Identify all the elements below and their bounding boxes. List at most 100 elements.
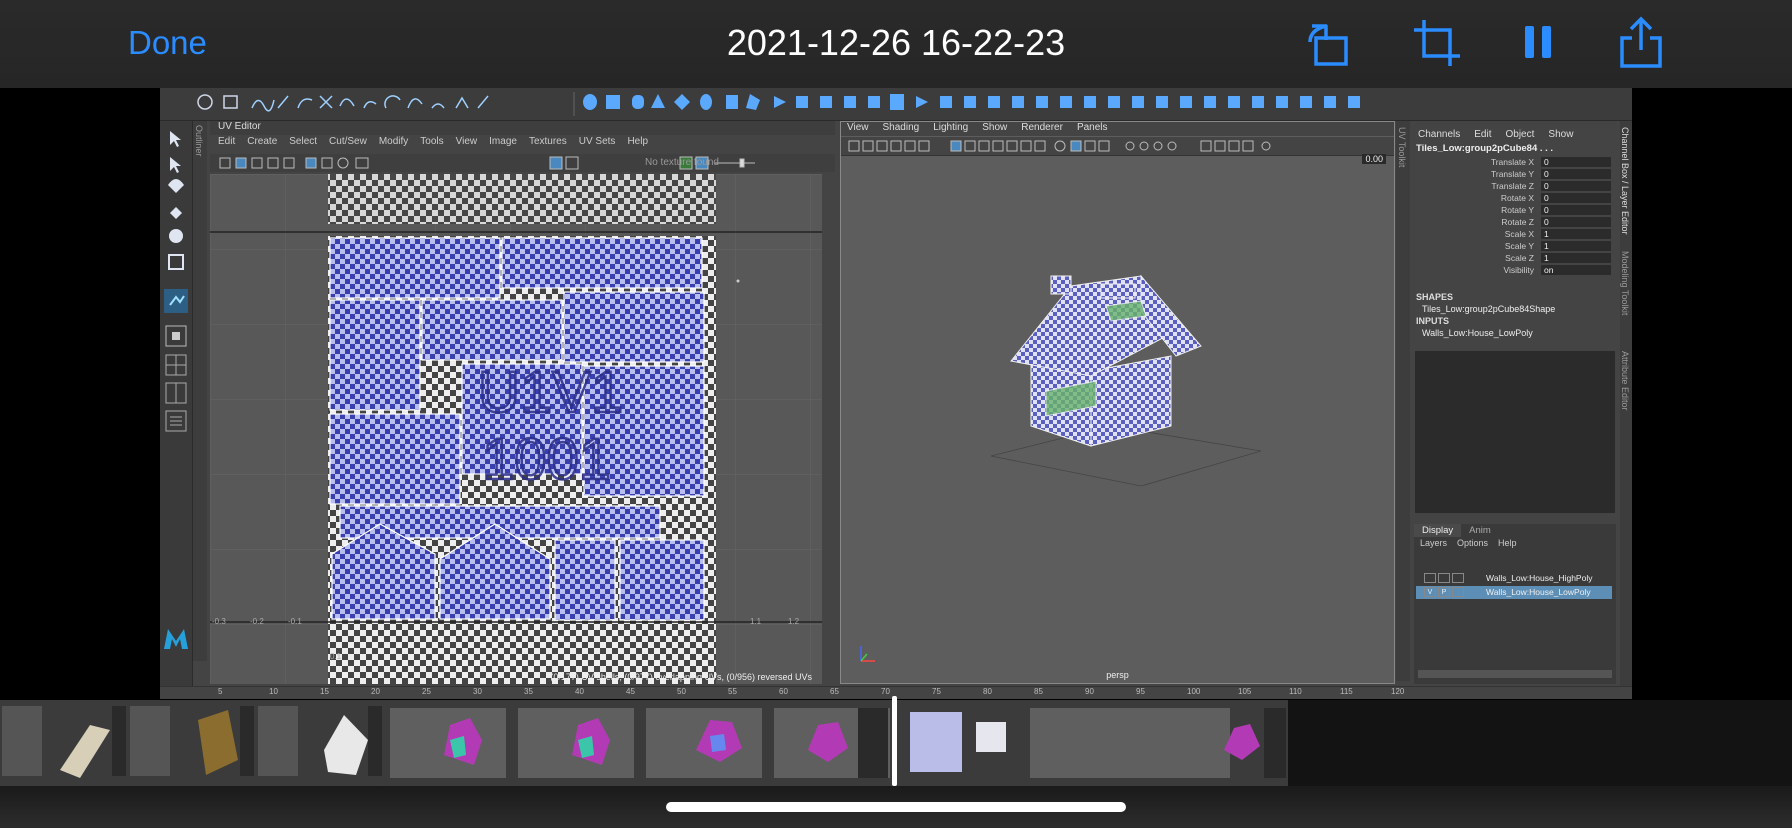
timeline-tick: 95: [1136, 687, 1145, 696]
home-indicator[interactable]: [666, 802, 1126, 812]
attr-scale-x[interactable]: Scale X1: [1412, 229, 1612, 240]
timeline-tick: 35: [524, 687, 533, 696]
timeline-tick: 45: [626, 687, 635, 696]
attr-rotate-x[interactable]: Rotate X0: [1412, 193, 1612, 204]
shapes-header: SHAPES: [1416, 292, 1454, 302]
menu-view[interactable]: View: [456, 136, 478, 152]
menu-textures[interactable]: Textures: [529, 136, 567, 152]
attr-translate-y[interactable]: Translate Y0: [1412, 169, 1612, 180]
channel-box-empty-area: [1415, 351, 1615, 513]
layer-playback-toggle[interactable]: P: [1438, 587, 1450, 597]
attr-rotate-y[interactable]: Rotate Y0: [1412, 205, 1612, 216]
layer-row[interactable]: Walls_Low:House_HighPoly: [1416, 572, 1612, 585]
attr-translate-z[interactable]: Translate Z0: [1412, 181, 1612, 192]
timeline-tick: 70: [881, 687, 890, 696]
menu-uv-sets[interactable]: UV Sets: [579, 136, 616, 152]
right-side-tabs[interactable]: Channel Box / Layer Editor Modeling Tool…: [1620, 121, 1632, 698]
camera-label: persp: [1106, 670, 1129, 680]
timeline-tick: 5: [218, 687, 223, 696]
timeline-tick: 60: [779, 687, 788, 696]
attr-rotate-z[interactable]: Rotate Z0: [1412, 217, 1612, 228]
timeline-tick: 65: [830, 687, 839, 696]
outliner-tab[interactable]: Outliner: [193, 121, 207, 661]
filmstrip-playhead[interactable]: [892, 696, 897, 786]
uv-toolkit-tab[interactable]: UV Toolkit: [1396, 121, 1410, 681]
menu-tools[interactable]: Tools: [420, 136, 443, 152]
cb-menu-object[interactable]: Object: [1506, 129, 1535, 140]
menu-modify[interactable]: Modify: [379, 136, 408, 152]
layer-playback-toggle[interactable]: [1438, 573, 1450, 583]
timeline-tick: 40: [575, 687, 584, 696]
timeline-tick: 15: [320, 687, 329, 696]
uv-editor-panel: UV Editor Edit Create Select Cut/Sew Mod…: [210, 121, 835, 684]
top-bar: Done 2021-12-26 16-22-23: [0, 0, 1792, 88]
menu-cut-sew[interactable]: Cut/Sew: [329, 136, 367, 152]
vp-menu-renderer[interactable]: Renderer: [1021, 122, 1063, 136]
timeline-tick: 115: [1340, 687, 1353, 696]
layer-color-swatch[interactable]: [1452, 587, 1464, 597]
uv-editor-menubar: Edit Create Select Cut/Sew Modify Tools …: [210, 136, 835, 152]
done-button[interactable]: Done: [128, 24, 207, 62]
channel-box-tab[interactable]: Channel Box / Layer Editor: [1620, 127, 1630, 235]
vp-menu-lighting[interactable]: Lighting: [933, 122, 968, 136]
select-tool-icon: [168, 131, 184, 270]
timeline-tick: 75: [932, 687, 941, 696]
timeline-tick: 10: [269, 687, 278, 696]
modeling-toolkit-tab[interactable]: Modeling Toolkit: [1620, 251, 1630, 315]
filmstrip-frame: [640, 700, 768, 786]
tab-display[interactable]: Display: [1414, 524, 1462, 537]
menu-edit[interactable]: Edit: [218, 136, 235, 152]
share-icon[interactable]: [1614, 16, 1668, 70]
timeline-tick: 100: [1187, 687, 1201, 696]
menu-image[interactable]: Image: [489, 136, 517, 152]
crop-icon[interactable]: [1410, 16, 1464, 70]
menu-create[interactable]: Create: [247, 136, 277, 152]
layer-name: Walls_Low:House_HighPoly: [1486, 573, 1593, 583]
cb-menu-channels[interactable]: Channels: [1418, 129, 1460, 140]
vp-menu-view[interactable]: View: [847, 122, 869, 136]
vp-menu-panels[interactable]: Panels: [1077, 122, 1108, 136]
tab-anim[interactable]: Anim: [1461, 524, 1499, 537]
attr-visibility[interactable]: Visibility on: [1412, 265, 1612, 276]
timeline-tick: 20: [371, 687, 380, 696]
layer-menu-help[interactable]: Help: [1498, 538, 1517, 548]
uv-grid-canvas[interactable]: U1V1 1001 -0.3 -0.2 -0.1 1.1 1.2 0.1 (0/…: [210, 174, 822, 684]
timeline-tick: 120: [1391, 687, 1405, 696]
filmstrip-frame: [896, 700, 1024, 786]
pause-icon[interactable]: [1511, 16, 1565, 70]
layer-visibility-toggle[interactable]: [1424, 573, 1436, 583]
input-item[interactable]: Walls_Low:House_LowPoly: [1422, 328, 1533, 338]
timeline-tick: 80: [983, 687, 992, 696]
layer-editor-menubar: Layers Options Help: [1420, 538, 1517, 548]
layer-row[interactable]: V P Walls_Low:House_LowPoly: [1416, 586, 1612, 599]
rotate-icon[interactable]: [1302, 16, 1356, 70]
layer-color-swatch[interactable]: [1452, 573, 1464, 583]
layer-visibility-toggle[interactable]: V: [1424, 587, 1436, 597]
layer-editor-tabs: Display Anim: [1414, 524, 1499, 537]
filmstrip-frame: [0, 700, 128, 786]
layer-scrollbar[interactable]: [1418, 670, 1612, 678]
maya-window: Outliner UV Editor Edit Create Select Cu…: [160, 88, 1632, 698]
timeline-tick: 25: [422, 687, 431, 696]
attribute-editor-tab[interactable]: Attribute Editor: [1620, 351, 1630, 411]
modeling-shelf[interactable]: [160, 88, 1632, 121]
layer-editor: Display Anim Layers Options Help Walls_L…: [1414, 524, 1616, 684]
vp-menu-show[interactable]: Show: [982, 122, 1007, 136]
layer-menu-layers[interactable]: Layers: [1420, 538, 1447, 548]
viewport-toolbar[interactable]: 0.00: [841, 137, 1394, 164]
attr-scale-y[interactable]: Scale Y1: [1412, 241, 1612, 252]
perspective-viewport[interactable]: View Shading Lighting Show Renderer Pane…: [840, 121, 1395, 684]
attr-scale-z[interactable]: Scale Z1: [1412, 253, 1612, 264]
cb-menu-show[interactable]: Show: [1548, 129, 1573, 140]
timeline-tick: 30: [473, 687, 482, 696]
layer-menu-options[interactable]: Options: [1457, 538, 1488, 548]
attr-translate-x[interactable]: Translate X0: [1412, 157, 1612, 168]
menu-select[interactable]: Select: [289, 136, 317, 152]
uv-editor-toolbar[interactable]: [210, 154, 835, 172]
menu-help[interactable]: Help: [627, 136, 648, 152]
vp-menu-shading[interactable]: Shading: [883, 122, 920, 136]
channel-box: Channels Edit Object Show Tiles_Low:grou…: [1412, 121, 1618, 698]
cb-menu-edit[interactable]: Edit: [1474, 129, 1491, 140]
shape-item[interactable]: Tiles_Low:group2pCube84Shape: [1422, 304, 1555, 314]
timeline-tick: 105: [1238, 687, 1252, 696]
